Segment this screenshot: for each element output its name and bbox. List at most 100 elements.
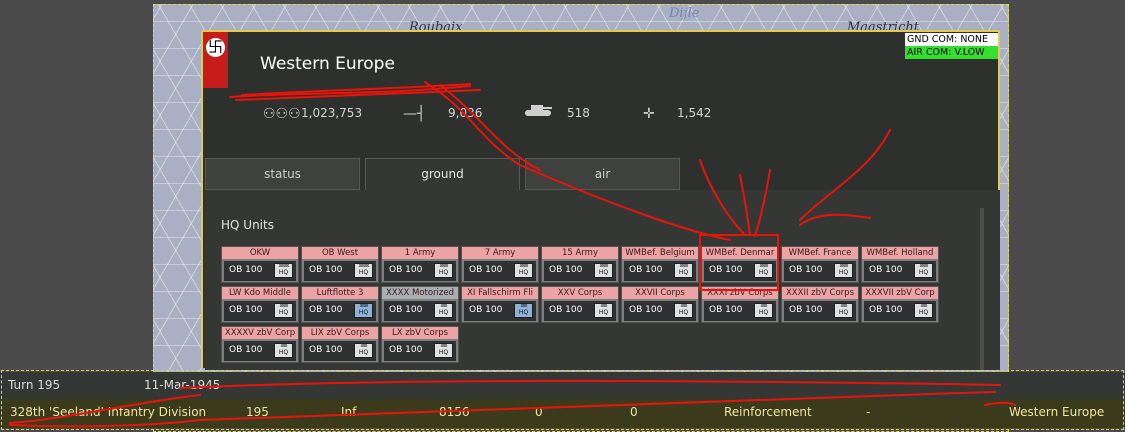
hq-symbol-icon: xxxxx HQ <box>274 263 293 278</box>
unit-card-ob: OB 100 <box>309 265 343 275</box>
unit-card-name: WMBef. Belgium <box>622 247 698 259</box>
hq-unit-card[interactable]: LW Kdo Middle OB 100 xxxx HQ <box>221 286 299 323</box>
unit-card-ob: OB 100 <box>309 305 343 315</box>
gun-icon: —┤ <box>403 106 426 122</box>
hq-unit-card[interactable]: Luftflotte 3 OB 100 xxxx HQ <box>301 286 379 323</box>
unit-card-name: LIX zbV Corps <box>302 327 378 339</box>
tab-air[interactable]: air <box>525 158 680 190</box>
hq-symbol-icon: xxx HQ <box>834 303 853 318</box>
tab-ground[interactable]: ground <box>365 158 520 191</box>
hq-unit-card[interactable]: XXXX Motorized OB 100 xxx HQ <box>381 286 459 323</box>
unit-card-name: XXXVII zbV Corp <box>862 287 938 299</box>
command-status: GND COM: NONE AIR COM: V.LOW <box>905 33 998 59</box>
unit-card-body: OB 100 xxxx HQ <box>704 261 776 281</box>
hq-symbol-icon: xxx HQ <box>354 343 373 358</box>
turn-bar: Turn 195 11-Mar-1945 <box>0 372 1125 399</box>
unit-row[interactable]: 328th 'Seeland' Infantry Division 195 In… <box>0 399 1125 428</box>
unit-card-ob: OB 100 <box>869 305 903 315</box>
unit-card-body: OB 100 xxxx HQ <box>224 301 296 321</box>
map-label-dijle: Dijle <box>669 6 700 21</box>
hq-symbol-icon: xxxx HQ <box>754 263 773 278</box>
unit-card-name: 15 Army <box>542 247 618 259</box>
unit-card-ob: OB 100 <box>229 305 263 315</box>
hq-unit-card[interactable]: LX zbV Corps OB 100 xxx HQ <box>381 326 459 363</box>
hq-unit-card[interactable]: 15 Army OB 100 xxxx HQ <box>541 246 619 283</box>
unit-card-ob: OB 100 <box>629 305 663 315</box>
unit-card-name: 7 Army <box>462 247 538 259</box>
hq-unit-card[interactable]: XXXXV zbV Corp OB 100 xxx HQ <box>221 326 299 363</box>
hq-unit-card[interactable]: LIX zbV Corps OB 100 xxx HQ <box>301 326 379 363</box>
hq-symbol-icon: xxxx HQ <box>834 263 853 278</box>
unit-card-name: LX zbV Corps <box>382 327 458 339</box>
hq-unit-card[interactable]: XXV Corps OB 100 xxx HQ <box>541 286 619 323</box>
unit-card-body: OB 100 xxxxx HQ <box>304 261 376 281</box>
unit-dash: - <box>866 405 871 419</box>
stat-men: 1,023,753 <box>301 106 363 120</box>
unit-card-body: OB 100 xxx HQ <box>224 341 296 361</box>
hq-unit-card[interactable]: 7 Army OB 100 xxxx HQ <box>461 246 539 283</box>
hq-symbol-icon: xxx HQ <box>914 303 933 318</box>
hq-unit-card[interactable]: WMBef. Holland OB 100 xxxx HQ <box>861 246 939 283</box>
unit-card-body: OB 100 xxx HQ <box>384 341 456 361</box>
hq-symbol-icon: xxxx HQ <box>674 263 693 278</box>
unit-card-body: OB 100 xxxx HQ <box>544 261 616 281</box>
hq-unit-card[interactable]: XXXI zbV Corps OB 100 xxx HQ <box>701 286 779 323</box>
hq-unit-card[interactable]: 1 Army OB 100 xxxx HQ <box>381 246 459 283</box>
hq-symbol-icon: xxx HQ <box>434 303 453 318</box>
unit-card-name: OKW <box>222 247 298 259</box>
unit-card-body: OB 100 xxxx HQ <box>464 261 536 281</box>
theater-title: Western Europe <box>260 54 395 74</box>
unit-card-body: OB 100 xxx HQ <box>624 301 696 321</box>
game-screen: Roubaix Dijle Maastricht 卐 Western Europ… <box>0 0 1125 432</box>
tab-status[interactable]: status <box>205 158 360 190</box>
hq-unit-card[interactable]: XXXII zbV Corps OB 100 xxx HQ <box>781 286 859 323</box>
unit-card-name: LW Kdo Middle <box>222 287 298 299</box>
unit-card-body: OB 100 xxx HQ <box>704 301 776 321</box>
hq-unit-card[interactable]: OKW OB 100 xxxxx HQ <box>221 246 299 283</box>
unit-card-ob: OB 100 <box>389 265 423 275</box>
hq-symbol-icon: xxxx HQ <box>594 263 613 278</box>
hq-symbol-icon: xxxx HQ <box>354 303 373 318</box>
hq-unit-card[interactable]: XXXVII zbV Corp OB 100 xxx HQ <box>861 286 939 323</box>
turn-number: Turn 195 <box>8 378 61 392</box>
unit-theater: Western Europe <box>1009 405 1105 419</box>
hq-symbol-icon: xxx HQ <box>594 303 613 318</box>
hq-unit-card[interactable]: WMBef. France OB 100 xxxx HQ <box>781 246 859 283</box>
unit-card-ob: OB 100 <box>549 265 583 275</box>
unit-card-body: OB 100 xxx HQ <box>384 301 456 321</box>
hq-unit-card[interactable]: XI Fallschirm Fli OB 100 xxx HQ <box>461 286 539 323</box>
unit-card-name: Luftflotte 3 <box>302 287 378 299</box>
scrollbar[interactable] <box>980 208 984 370</box>
unit-card-body: OB 100 xxxx HQ <box>624 261 696 281</box>
section-title: HQ Units <box>221 218 274 232</box>
unit-card-ob: OB 100 <box>469 265 503 275</box>
unit-men: 8156 <box>439 405 470 419</box>
hq-unit-card[interactable]: WMBef. Belgium OB 100 xxxx HQ <box>621 246 699 283</box>
hq-unit-card[interactable]: OB West OB 100 xxxxx HQ <box>301 246 379 283</box>
unit-type: Inf <box>341 405 357 419</box>
ground-command-status: GND COM: NONE <box>905 33 998 46</box>
unit-card-ob: OB 100 <box>549 305 583 315</box>
unit-card-name: XXXXV zbV Corp <box>222 327 298 339</box>
unit-card-ob: OB 100 <box>229 345 263 355</box>
unit-card-body: OB 100 xxx HQ <box>464 301 536 321</box>
unit-card-name: XXV Corps <box>542 287 618 299</box>
unit-card-ob: OB 100 <box>389 305 423 315</box>
unit-card-ob: OB 100 <box>789 305 823 315</box>
unit-card-ob: OB 100 <box>309 345 343 355</box>
unit-card-name: XXXI zbV Corps <box>702 287 778 299</box>
air-command-status: AIR COM: V.LOW <box>905 46 998 59</box>
unit-card-body: OB 100 xxxx HQ <box>304 301 376 321</box>
unit-card-ob: OB 100 <box>709 305 743 315</box>
swastika-icon: 卐 <box>206 38 225 57</box>
plane-icon: ✛ <box>643 106 655 122</box>
unit-number: 195 <box>246 405 269 419</box>
men-icon: ⚇⚇⚇ <box>263 106 301 122</box>
hq-unit-card[interactable]: XXVII Corps OB 100 xxx HQ <box>621 286 699 323</box>
turn-date: 11-Mar-1945 <box>144 378 221 392</box>
unit-card-body: OB 100 xxxxx HQ <box>224 261 296 281</box>
stat-planes: 1,542 <box>677 106 712 120</box>
hq-symbol-icon: xxx HQ <box>434 343 453 358</box>
hq-unit-card[interactable]: WMBef. Denmar OB 100 xxxx HQ <box>701 246 779 283</box>
unit-card-name: WMBef. France <box>782 247 858 259</box>
